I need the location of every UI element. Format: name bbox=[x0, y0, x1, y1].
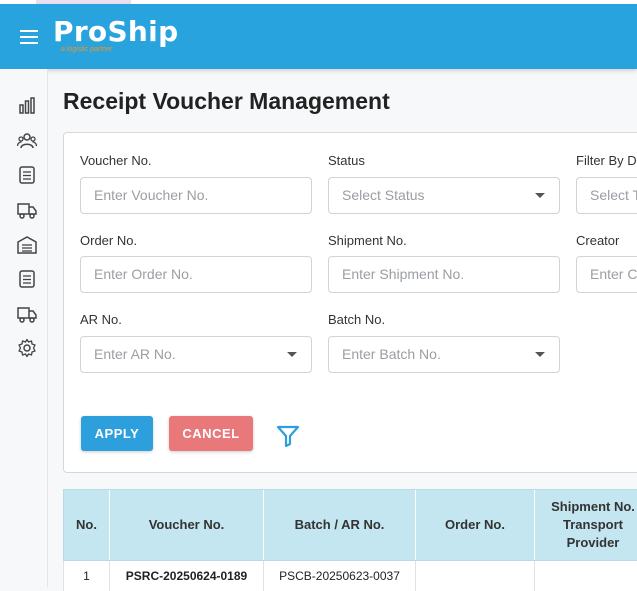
gear-icon[interactable] bbox=[17, 338, 37, 358]
creator-input[interactable]: Enter Cr bbox=[576, 256, 637, 293]
status-select[interactable]: Select Status bbox=[328, 177, 560, 214]
filter-by-date-select[interactable]: Select T bbox=[576, 177, 637, 214]
column-header[interactable]: Batch / AR No. bbox=[264, 490, 416, 560]
ar-no-select-value: Enter AR No. bbox=[94, 346, 176, 362]
shipment-no-label: Shipment No. bbox=[328, 233, 407, 248]
column-header[interactable]: Voucher No. bbox=[110, 490, 264, 560]
filter-by-date-label: Filter By Da bbox=[576, 153, 637, 168]
order-no-input[interactable]: Enter Order No. bbox=[80, 256, 312, 293]
chevron-down-icon bbox=[535, 193, 545, 198]
logo-text: ProShip bbox=[53, 15, 179, 48]
filter-panel: Voucher No. Enter Voucher No. Status Sel… bbox=[63, 132, 637, 473]
sidebar bbox=[0, 69, 48, 587]
ar-no-select[interactable]: Enter AR No. bbox=[80, 336, 312, 373]
batch-no-select-value: Enter Batch No. bbox=[342, 346, 441, 362]
logo[interactable]: ProShip a logistic partner bbox=[53, 15, 179, 54]
batch-no-select[interactable]: Enter Batch No. bbox=[328, 336, 560, 373]
chevron-down-icon bbox=[535, 352, 545, 357]
creator-label: Creator bbox=[576, 233, 620, 248]
users-icon[interactable] bbox=[16, 131, 38, 151]
top-bar: ProShip a logistic partner bbox=[0, 4, 637, 69]
ar-no-label: AR No. bbox=[80, 312, 122, 327]
truck-icon[interactable] bbox=[17, 200, 37, 220]
logo-tagline: a logistic partner bbox=[61, 46, 113, 53]
voucher-no-label: Voucher No. bbox=[80, 153, 152, 168]
order-no-label: Order No. bbox=[80, 233, 138, 248]
list-icon[interactable] bbox=[17, 165, 37, 185]
status-select-value: Select Status bbox=[342, 187, 425, 203]
voucher-no-input[interactable]: Enter Voucher No. bbox=[80, 177, 312, 214]
chart-icon[interactable] bbox=[17, 96, 37, 116]
status-label: Status bbox=[328, 153, 365, 168]
column-header[interactable]: Shipment No. Transport Provider bbox=[535, 490, 637, 560]
table-header: No. Voucher No. Batch / AR No. Order No.… bbox=[63, 489, 637, 561]
batch-no-label: Batch No. bbox=[328, 312, 386, 327]
hamburger-icon[interactable] bbox=[20, 30, 38, 44]
column-header[interactable]: No. bbox=[64, 490, 110, 560]
cancel-button[interactable]: CANCEL bbox=[169, 416, 253, 451]
apply-button[interactable]: APPLY bbox=[81, 416, 153, 451]
list-icon[interactable] bbox=[17, 269, 37, 289]
chevron-down-icon bbox=[287, 352, 297, 357]
warehouse-icon[interactable] bbox=[17, 235, 37, 255]
column-header[interactable]: Order No. bbox=[416, 490, 535, 560]
truck-icon[interactable] bbox=[17, 304, 37, 324]
shipment-no-input[interactable]: Enter Shipment No. bbox=[328, 256, 560, 293]
page-title: Receipt Voucher Management bbox=[63, 88, 390, 114]
filter-icon[interactable] bbox=[276, 425, 300, 448]
